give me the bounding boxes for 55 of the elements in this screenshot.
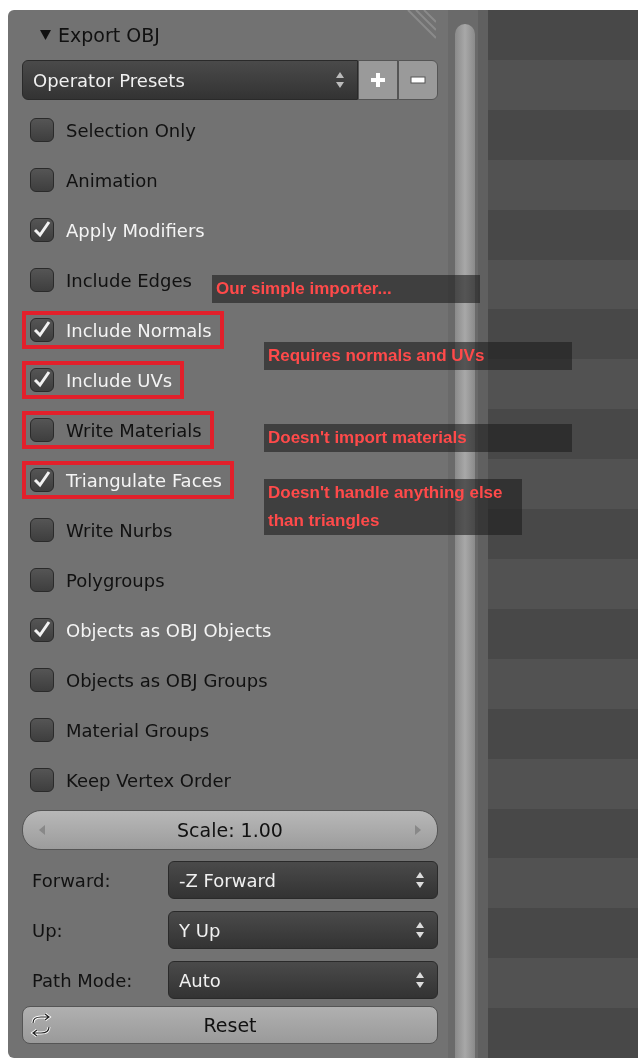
- grip-icon: [406, 10, 436, 40]
- field-label: Up:: [31, 919, 64, 941]
- checkbox-option[interactable]: Animation: [22, 161, 170, 199]
- checkbox-option[interactable]: Polygroups: [22, 561, 177, 599]
- remove-preset-button[interactable]: [398, 60, 438, 100]
- checkbox[interactable]: [30, 368, 54, 392]
- panel-title: Export OBJ: [58, 24, 160, 46]
- dropdown[interactable]: Y Up: [168, 911, 438, 949]
- up-down-arrows-icon: [335, 71, 345, 89]
- refresh-icon: [29, 1013, 53, 1037]
- annotation-text: Doesn't handle anything else than triangles: [264, 479, 522, 535]
- checkbox-option[interactable]: Material Groups: [22, 711, 222, 749]
- checkbox[interactable]: [30, 718, 54, 742]
- presets-dropdown[interactable]: Operator Presets: [22, 60, 358, 100]
- checkbox-option[interactable]: Include Edges: [22, 261, 204, 299]
- checkbox[interactable]: [30, 618, 54, 642]
- checkbox-option[interactable]: Write Materials: [22, 411, 214, 449]
- checkbox[interactable]: [30, 168, 54, 192]
- checkbox-option[interactable]: Include UVs: [22, 361, 185, 399]
- dropdown[interactable]: -Z Forward: [168, 861, 438, 899]
- checkbox[interactable]: [30, 118, 54, 142]
- annotation-text: Doesn't import materials: [264, 424, 572, 452]
- scale-value: Scale: 1.00: [177, 819, 283, 841]
- field-label: Forward:: [31, 869, 112, 891]
- checkbox[interactable]: [30, 318, 54, 342]
- annotation-text: Requires normals and UVs: [264, 342, 572, 370]
- left-arrow-icon: [39, 825, 45, 835]
- annotation-text: Our simple importer...: [212, 275, 480, 303]
- checkbox-option[interactable]: Apply Modifiers: [22, 211, 217, 249]
- plus-icon: [369, 71, 387, 89]
- checkbox[interactable]: [30, 418, 54, 442]
- checkbox-option[interactable]: Objects as OBJ Groups: [22, 661, 280, 699]
- checkbox-option[interactable]: Keep Vertex Order: [22, 761, 243, 799]
- checkbox-option[interactable]: Write Nurbs: [22, 511, 185, 549]
- scale-number-field[interactable]: Scale: 1.00: [22, 810, 438, 850]
- checkbox[interactable]: [30, 768, 54, 792]
- up-down-arrows-icon: [415, 971, 425, 989]
- checkbox-option[interactable]: Selection Only: [22, 111, 208, 149]
- field-label: Path Mode:: [31, 969, 134, 991]
- reset-button[interactable]: Reset: [22, 1006, 438, 1044]
- checkbox[interactable]: [30, 468, 54, 492]
- checkbox[interactable]: [30, 268, 54, 292]
- checkbox-option[interactable]: Triangulate Faces: [22, 461, 234, 499]
- add-preset-button[interactable]: [358, 60, 398, 100]
- checkbox-option[interactable]: Include Normals: [22, 311, 224, 349]
- checkbox[interactable]: [30, 568, 54, 592]
- dropdown[interactable]: Auto: [168, 961, 438, 999]
- checkbox[interactable]: [30, 218, 54, 242]
- collapse-triangle-icon[interactable]: [40, 30, 51, 40]
- up-down-arrows-icon: [415, 921, 425, 939]
- right-arrow-icon: [415, 825, 421, 835]
- checkbox[interactable]: [30, 668, 54, 692]
- up-down-arrows-icon: [415, 871, 425, 889]
- checkbox-option[interactable]: Objects as OBJ Objects: [22, 611, 284, 649]
- checkbox[interactable]: [30, 518, 54, 542]
